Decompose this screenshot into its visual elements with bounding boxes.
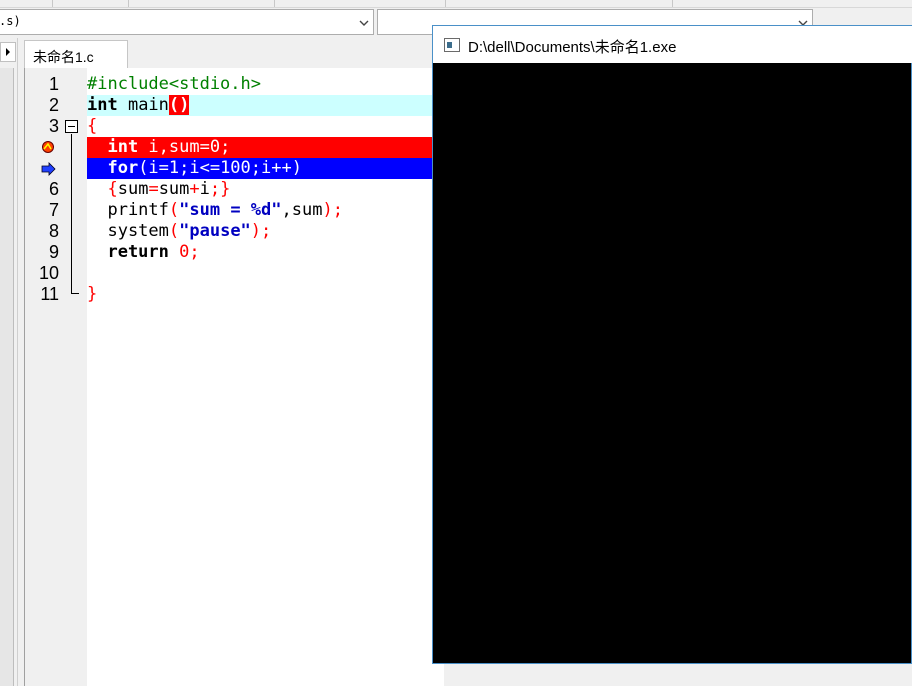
code-token: " — [271, 200, 282, 220]
fold-collapse-icon[interactable] — [65, 120, 78, 133]
console-titlebar[interactable]: D:\dell\Documents\未命名1.exe — [433, 26, 912, 63]
project-panel-body — [0, 68, 14, 686]
code-token: return — [87, 242, 169, 262]
code-line[interactable]: 11} — [25, 284, 445, 305]
code-token: { — [87, 179, 118, 199]
code-token: } — [87, 284, 98, 304]
code-token: system — [87, 221, 169, 241]
code-token: { — [87, 116, 98, 136]
code-token: ( — [168, 200, 180, 220]
scope-dropdown[interactable]: .s) — [0, 9, 374, 35]
code-token: i,sum=0; — [138, 137, 231, 157]
line-number: 10 — [38, 263, 59, 283]
scope-dropdown-value: .s) — [0, 14, 21, 28]
code-text: { — [87, 116, 97, 137]
code-line[interactable]: 9 return 0; — [25, 242, 445, 263]
code-text: int main() — [87, 95, 190, 116]
code-line[interactable]: 1 #include<stdio.h> — [25, 74, 445, 95]
tab-file[interactable]: 未命名1.c — [24, 40, 128, 68]
fold-guide-line — [71, 134, 72, 293]
code-token: (i=1;i<=100;i++) — [138, 158, 302, 178]
toolbar-separator — [672, 0, 673, 7]
line-number: 1 — [48, 74, 59, 94]
code-text: system("pause"); — [87, 221, 271, 242]
toolbar-separator — [128, 0, 129, 7]
line-number: 3 — [48, 116, 59, 136]
breakpoint-icon[interactable] — [41, 140, 57, 154]
code-text: return 0; — [87, 242, 200, 263]
toolbar-separator — [274, 0, 275, 7]
code-token: = — [148, 179, 159, 199]
editor-tab-bar: 未命名1.c — [18, 38, 438, 68]
console-title: D:\dell\Documents\未命名1.exe — [468, 39, 677, 56]
code-token: ( — [168, 221, 180, 241]
code-text: #include<stdio.h> — [87, 74, 261, 95]
code-text: for(i=1;i<=100;i++) — [87, 158, 302, 179]
code-token: i — [199, 179, 210, 199]
code-token: for — [87, 158, 139, 178]
fold-end-marker — [71, 293, 79, 294]
code-token: "pause" — [179, 221, 251, 241]
code-line[interactable]: 10 — [25, 263, 445, 284]
code-token: main — [117, 95, 169, 115]
panel-arrow-button[interactable] — [0, 42, 16, 62]
toolbar-separator — [52, 0, 53, 7]
line-number: 7 — [48, 200, 59, 220]
code-text: int i,sum=0; — [87, 137, 230, 158]
code-text: {sum=sum+i;} — [87, 179, 230, 200]
code-token: int — [87, 95, 118, 115]
code-line[interactable]: 7 printf("sum = %d",sum); — [25, 200, 445, 221]
code-token: ; — [189, 242, 200, 262]
line-number: 8 — [48, 221, 59, 241]
execution-pointer-icon[interactable] — [41, 162, 57, 176]
code-token: #include<stdio.h> — [87, 74, 261, 94]
code-token: + — [189, 179, 200, 199]
code-line[interactable]: 6 {sum=sum+i;} — [25, 179, 445, 200]
code-line[interactable]: 3{ — [25, 116, 445, 137]
code-line[interactable]: for(i=1;i<=100;i++) — [25, 158, 445, 179]
chevron-right-icon — [6, 48, 10, 56]
code-token: "sum = — [179, 200, 251, 220]
code-token: () — [168, 95, 190, 115]
code-token: ); — [250, 221, 272, 241]
code-token: printf — [87, 200, 169, 220]
code-token: ;} — [209, 179, 231, 199]
code-token: 0 — [168, 242, 190, 262]
code-token: ); — [322, 200, 343, 220]
toolbar-strip — [0, 0, 912, 8]
code-token: sum — [158, 179, 190, 199]
code-text: printf("sum = %d",sum); — [87, 200, 343, 221]
line-number: 2 — [48, 95, 59, 115]
code-token: int — [87, 137, 139, 157]
code-token: sum — [117, 179, 149, 199]
line-number: 9 — [48, 242, 59, 262]
desktop: .s) 未命名1.c 1 #include<stdio.h> 2 int main()… — [0, 0, 912, 686]
code-token: %d — [250, 200, 272, 220]
code-line[interactable]: 8 system("pause"); — [25, 221, 445, 242]
code-line[interactable]: 2 int main() — [25, 95, 445, 116]
chevron-down-icon[interactable] — [359, 18, 369, 28]
line-number: 11 — [40, 284, 59, 304]
toolbar-separator — [445, 0, 446, 7]
tab-label: 未命名1.c — [33, 49, 94, 65]
code-line[interactable]: int i,sum=0; — [25, 137, 445, 158]
console-window[interactable]: D:\dell\Documents\未命名1.exe — [432, 25, 912, 664]
code-token: ,sum — [281, 200, 323, 220]
console-app-icon — [444, 38, 460, 52]
line-number: 6 — [48, 179, 59, 199]
code-text: } — [87, 284, 97, 305]
code-editor[interactable]: 1 #include<stdio.h> 2 int main() 3{ int i,su… — [24, 68, 445, 686]
